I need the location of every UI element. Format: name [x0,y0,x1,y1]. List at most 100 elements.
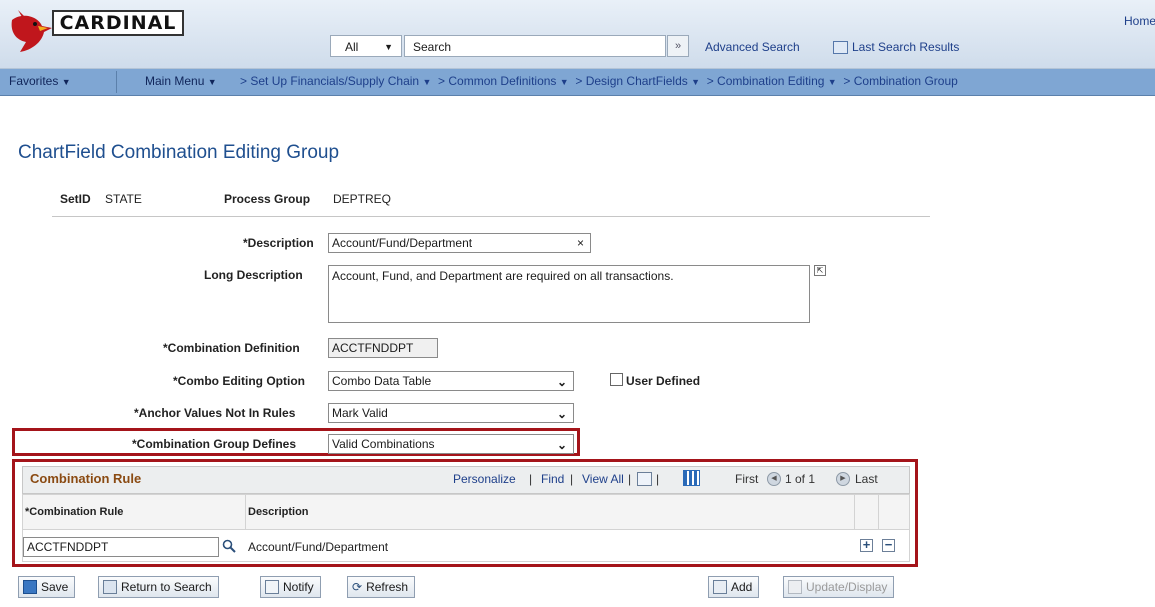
breadcrumb-separator: > [438,74,449,88]
column-divider [245,494,246,530]
last-search-results-link[interactable]: Last Search Results [852,40,959,54]
combination-group-defines-value: Valid Combinations [332,437,435,451]
download-grid-icon[interactable] [683,470,700,486]
chevron-down-icon: ▼ [384,42,393,52]
find-link[interactable]: Find [541,472,564,486]
section-divider [52,216,930,217]
add-button[interactable]: Add [708,576,760,598]
add-label: Add [731,580,753,594]
anchor-values-label: *Anchor Values Not In Rules [134,406,296,420]
return-to-search-label: Return to Search [121,580,212,594]
link-separator: | [628,472,632,486]
combination-group-defines-select[interactable]: Valid Combinations ⌄ [328,434,574,454]
pager-text: 1 of 1 [785,472,816,486]
search-input[interactable]: Search [404,35,666,57]
advanced-search-link[interactable]: Advanced Search [705,40,800,54]
return-to-search-icon [103,580,117,594]
view-all-link[interactable]: View All [582,472,624,486]
link-separator: | [529,472,533,486]
favorites-label: Favorites [9,74,59,88]
chevron-down-icon: ⌄ [556,375,567,389]
breadcrumb-item[interactable]: Common Definitions [448,74,556,88]
refresh-button[interactable]: ⟳ Refresh [347,576,416,598]
notify-button[interactable]: Notify [260,576,321,598]
nav-divider [116,71,117,93]
last-search-results-icon [833,41,848,54]
breadcrumb-item[interactable]: Combination Group [854,74,958,88]
save-icon [23,580,37,594]
chevron-down-icon: ▼ [422,77,432,87]
notify-label: Notify [283,580,314,594]
combination-definition-field: ACCTFNDDPT [328,338,438,358]
link-separator: | [570,472,574,486]
favorites-menu[interactable]: Favorites ▼ [9,74,71,88]
chevron-down-icon: ⌄ [556,438,567,452]
main-menu[interactable]: Main Menu ▼ [145,74,217,88]
combo-editing-option-select[interactable]: Combo Data Table ⌄ [328,371,574,391]
combination-group-defines-label: *Combination Group Defines [132,437,297,451]
combination-rule-input[interactable]: ACCTFNDDPT [23,537,219,557]
breadcrumb-item[interactable]: Combination Editing [717,74,824,88]
chevron-down-icon: ⌄ [556,407,567,421]
main-menu-label: Main Menu [145,74,205,88]
delete-row-icon[interactable]: − [882,538,895,552]
setid-label: SetID [60,192,91,206]
page-title: ChartField Combination Editing Group [18,142,340,163]
breadcrumb: > Set Up Financials/Supply Chain ▼ > Com… [240,74,958,88]
save-label: Save [41,580,69,594]
breadcrumb-item[interactable]: Design ChartFields [586,74,688,88]
combo-editing-option-value: Combo Data Table [332,374,432,388]
return-to-search-button[interactable]: Return to Search [98,576,219,598]
setid-value: STATE [105,192,142,206]
last-link: Last [855,472,878,486]
refresh-icon: ⟳ [352,580,363,594]
chevron-down-icon: ▼ [691,77,701,87]
breadcrumb-separator: > [240,74,251,88]
column-header-description: Description [248,506,309,518]
personalize-link[interactable]: Personalize [453,472,516,486]
combination-definition-label: *Combination Definition [163,341,300,355]
combo-editing-option-label: *Combo Editing Option [173,374,305,388]
previous-icon[interactable]: ◀ [767,472,781,486]
breadcrumb-item[interactable]: Set Up Financials/Supply Chain [250,74,419,88]
next-icon[interactable]: ▶ [836,472,850,486]
add-icon [713,580,727,594]
grid-title: Combination Rule [30,471,142,486]
chevron-down-icon: ▼ [207,77,217,87]
update-display-button[interactable]: Update/Display [783,576,895,598]
rule-description: Account/Fund/Department [248,540,389,554]
notify-icon [265,580,279,594]
user-defined-checkbox[interactable] [610,373,623,386]
chevron-down-icon: ▼ [61,77,71,87]
process-group-value: DEPTREQ [333,192,392,206]
chevron-down-icon: ▼ [559,77,569,87]
new-window-icon[interactable] [637,472,652,486]
breadcrumb-separator: > [575,74,586,88]
home-link[interactable]: Home [1124,14,1155,28]
update-display-label: Update/Display [806,580,888,594]
breadcrumb-separator: > [706,74,718,88]
column-header-rule: *Combination Rule [25,506,124,518]
anchor-values-select[interactable]: Mark Valid ⌄ [328,403,574,423]
lookup-search-icon[interactable] [222,539,236,553]
description-field[interactable]: Account/Fund/Department × [328,233,591,253]
description-value: Account/Fund/Department [332,236,473,250]
search-category-value: All [345,40,359,54]
grid-header-row [22,494,910,530]
clear-icon[interactable]: × [577,234,584,252]
update-display-icon [788,580,802,594]
refresh-label: Refresh [366,580,409,594]
chevron-down-icon: ▼ [827,77,837,87]
long-description-textarea[interactable]: Account, Fund, and Department are requir… [328,265,810,323]
first-link: First [735,472,759,486]
search-category-select[interactable]: All ▼ [330,35,402,57]
anchor-values-value: Mark Valid [332,406,388,420]
save-button[interactable]: Save [18,576,76,598]
breadcrumb-separator: > [843,74,854,88]
process-group-label: Process Group [224,192,311,206]
description-label: *Description [243,236,314,250]
expand-icon[interactable]: ⇱ [814,265,826,276]
add-row-icon[interactable]: + [860,538,873,552]
search-go-icon[interactable]: » [667,35,689,57]
link-separator: | [656,472,660,486]
